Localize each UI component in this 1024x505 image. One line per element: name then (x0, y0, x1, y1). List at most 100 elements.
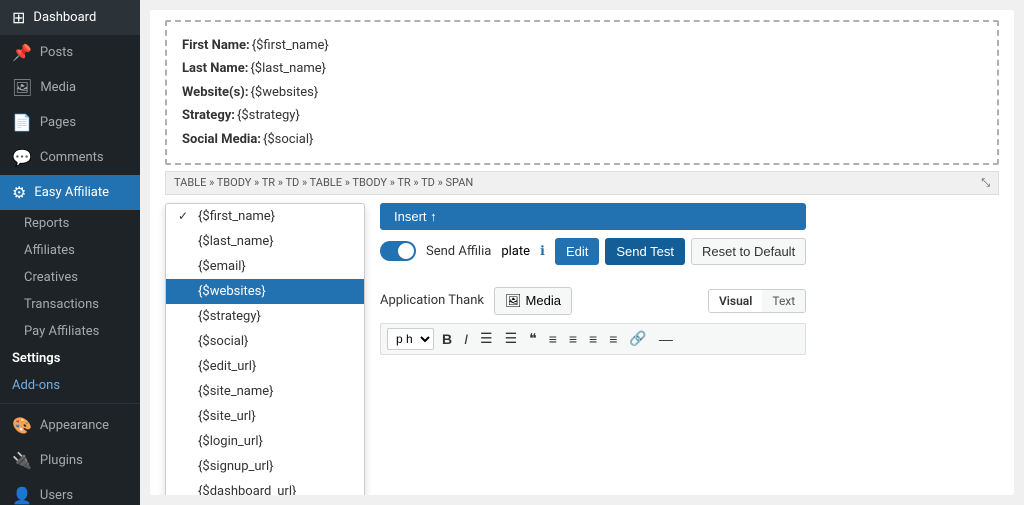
social-media-value: {$social} (263, 128, 313, 151)
align-left-button[interactable]: ≡ (545, 329, 561, 349)
field-social-media: Social Media: {$social} (182, 128, 982, 151)
strategy-label: Strategy: (182, 104, 235, 127)
reset-button[interactable]: Reset to Default (691, 238, 806, 265)
dropdown-menu[interactable]: ✓{$first_name} {$last_name} {$email} {$webs… (165, 203, 365, 495)
dropdown-item-site_name[interactable]: {$site_name} (166, 379, 364, 404)
send-buttons: Edit Send Test Reset to Default (555, 238, 806, 265)
template-preview: First Name: {$first_name} Last Name: {$l… (165, 20, 999, 165)
dropdown-item-site_url[interactable]: {$site_url} (166, 404, 364, 429)
users-icon: 👤 (12, 486, 32, 505)
italic-button[interactable]: I (460, 329, 472, 349)
dropdown-item-label: {$site_name} (198, 384, 274, 399)
tab-text[interactable]: Text (762, 290, 805, 312)
ol-button[interactable]: ☰ (501, 328, 522, 349)
easy-affiliate-submenu: Reports Affiliates Creatives Transaction… (0, 210, 140, 345)
sidebar-item-plugins[interactable]: 🔌 Plugins (0, 443, 140, 478)
last-name-label: Last Name: (182, 57, 248, 80)
first-name-label: First Name: (182, 34, 250, 57)
sidebar-item-creatives[interactable]: Creatives (0, 264, 140, 291)
hr-button[interactable]: — (655, 329, 677, 349)
dropdown-item-login_url[interactable]: {$login_url} (166, 429, 364, 454)
sidebar-item-users[interactable]: 👤 Users (0, 478, 140, 505)
strategy-value: {$strategy} (237, 104, 300, 127)
template-label: plate (501, 244, 530, 259)
dropdown-item-last_name[interactable]: {$last_name} (166, 229, 364, 254)
sidebar-item-label: Appearance (40, 418, 109, 433)
dropdown-item-signup_url[interactable]: {$signup_url} (166, 454, 364, 479)
sidebar-item-label: Dashboard (33, 10, 96, 25)
insert-button[interactable]: Insert ↑ (380, 203, 806, 230)
blockquote-button[interactable]: ❝ (525, 328, 541, 349)
websites-label: Website(s): (182, 81, 249, 104)
sidebar-item-easy-affiliate[interactable]: ⚙ Easy Affiliate (0, 175, 140, 210)
insert-label: Insert ↑ (394, 209, 437, 224)
dropdown-item-edit_url[interactable]: {$edit_url} (166, 354, 364, 379)
dropdown-item-label: {$last_name} (198, 234, 274, 249)
dropdown-item-websites[interactable]: {$websites} (166, 279, 364, 304)
dropdown-item-label: {$signup_url} (198, 459, 274, 474)
field-strategy: Strategy: {$strategy} (182, 104, 982, 127)
dropdown-item-label: {$strategy} (198, 309, 261, 324)
media-icon: 🖼 (12, 78, 32, 97)
field-websites: Website(s): {$websites} (182, 81, 982, 104)
breadcrumb-text: TABLE » TBODY » TR » TD » TABLE » TBODY … (174, 176, 473, 189)
sidebar-item-label: Comments (40, 150, 104, 165)
sidebar-item-pay-affiliates[interactable]: Pay Affiliates (0, 318, 140, 345)
visual-text-tabs: Visual Text (708, 289, 806, 313)
ul-button[interactable]: ☰ (476, 328, 497, 349)
sidebar-item-label: Plugins (40, 453, 83, 468)
paragraph-select[interactable]: p h (387, 328, 434, 350)
application-row: Application Thank 🖼 Media Visual Text (380, 287, 806, 315)
sidebar-item-pages[interactable]: 📄 Pages (0, 105, 140, 140)
dropdown-item-email[interactable]: {$email} (166, 254, 364, 279)
sidebar-item-label: Posts (40, 45, 73, 60)
dropdown-item-dashboard_url[interactable]: {$dashboard_url} (166, 479, 364, 495)
align-right-button[interactable]: ≡ (585, 329, 601, 349)
add-media-button[interactable]: 🖼 Media (494, 287, 572, 315)
sidebar-item-affiliates[interactable]: Affiliates (0, 237, 140, 264)
dropdown-item-label: {$dashboard_url} (198, 484, 296, 495)
social-media-label: Social Media: (182, 128, 261, 151)
sidebar-item-reports[interactable]: Reports (0, 210, 140, 237)
send-affiliate-row: Send Affilia plate ℹ Edit Send Test Rese… (380, 238, 806, 265)
comments-icon: 💬 (12, 148, 32, 167)
dropdown-item-strategy[interactable]: {$strategy} (166, 304, 364, 329)
send-test-button[interactable]: Send Test (605, 238, 685, 265)
sidebar-item-label: Users (40, 488, 73, 503)
dropdown-item-label: {$site_url} (198, 409, 256, 424)
sidebar-item-comments[interactable]: 💬 Comments (0, 140, 140, 175)
dropdown-item-label: {$email} (198, 259, 246, 274)
sidebar-item-label: Pages (40, 115, 76, 130)
appearance-icon: 🎨 (12, 416, 32, 435)
media-label: Media (526, 293, 561, 308)
easy-affiliate-icon: ⚙ (12, 183, 26, 202)
bold-button[interactable]: B (438, 329, 456, 349)
info-icon: ℹ (540, 244, 545, 259)
sidebar-item-media[interactable]: 🖼 Media (0, 70, 140, 105)
dropdown-item-label: {$websites} (198, 284, 266, 299)
tab-visual[interactable]: Visual (709, 290, 762, 312)
dropdown-item-first_name[interactable]: ✓{$first_name} (166, 204, 364, 229)
dropdown-item-label: {$login_url} (198, 434, 263, 449)
link-button[interactable]: 🔗 (625, 328, 650, 349)
sidebar-item-transactions[interactable]: Transactions (0, 291, 140, 318)
sidebar-item-settings[interactable]: Settings (0, 345, 140, 372)
rte-toolbar: p h B I ☰ ☰ ❝ ≡ ≡ ≡ ≡ 🔗 — (380, 323, 806, 355)
expand-icon[interactable]: ⤡ (981, 176, 990, 190)
sidebar-item-label: Media (40, 80, 76, 95)
toggle-send[interactable] (380, 241, 416, 261)
last-name-value: {$last_name} (250, 57, 326, 80)
sidebar-item-posts[interactable]: 📌 Posts (0, 35, 140, 70)
content-panel: First Name: {$first_name} Last Name: {$l… (150, 10, 1014, 495)
align-center-button[interactable]: ≡ (565, 329, 581, 349)
dropdown-item-social[interactable]: {$social} (166, 329, 364, 354)
sidebar-item-add-ons[interactable]: Add-ons (0, 372, 140, 399)
send-label: Send Affilia (426, 244, 491, 259)
first-name-value: {$first_name} (252, 34, 329, 57)
sidebar-item-dashboard[interactable]: ⊞ Dashboard (0, 0, 140, 35)
align-justify-button[interactable]: ≡ (605, 329, 621, 349)
dashboard-icon: ⊞ (12, 8, 25, 27)
edit-button[interactable]: Edit (555, 238, 599, 265)
check-icon: ✓ (178, 209, 192, 223)
sidebar-item-appearance[interactable]: 🎨 Appearance (0, 408, 140, 443)
